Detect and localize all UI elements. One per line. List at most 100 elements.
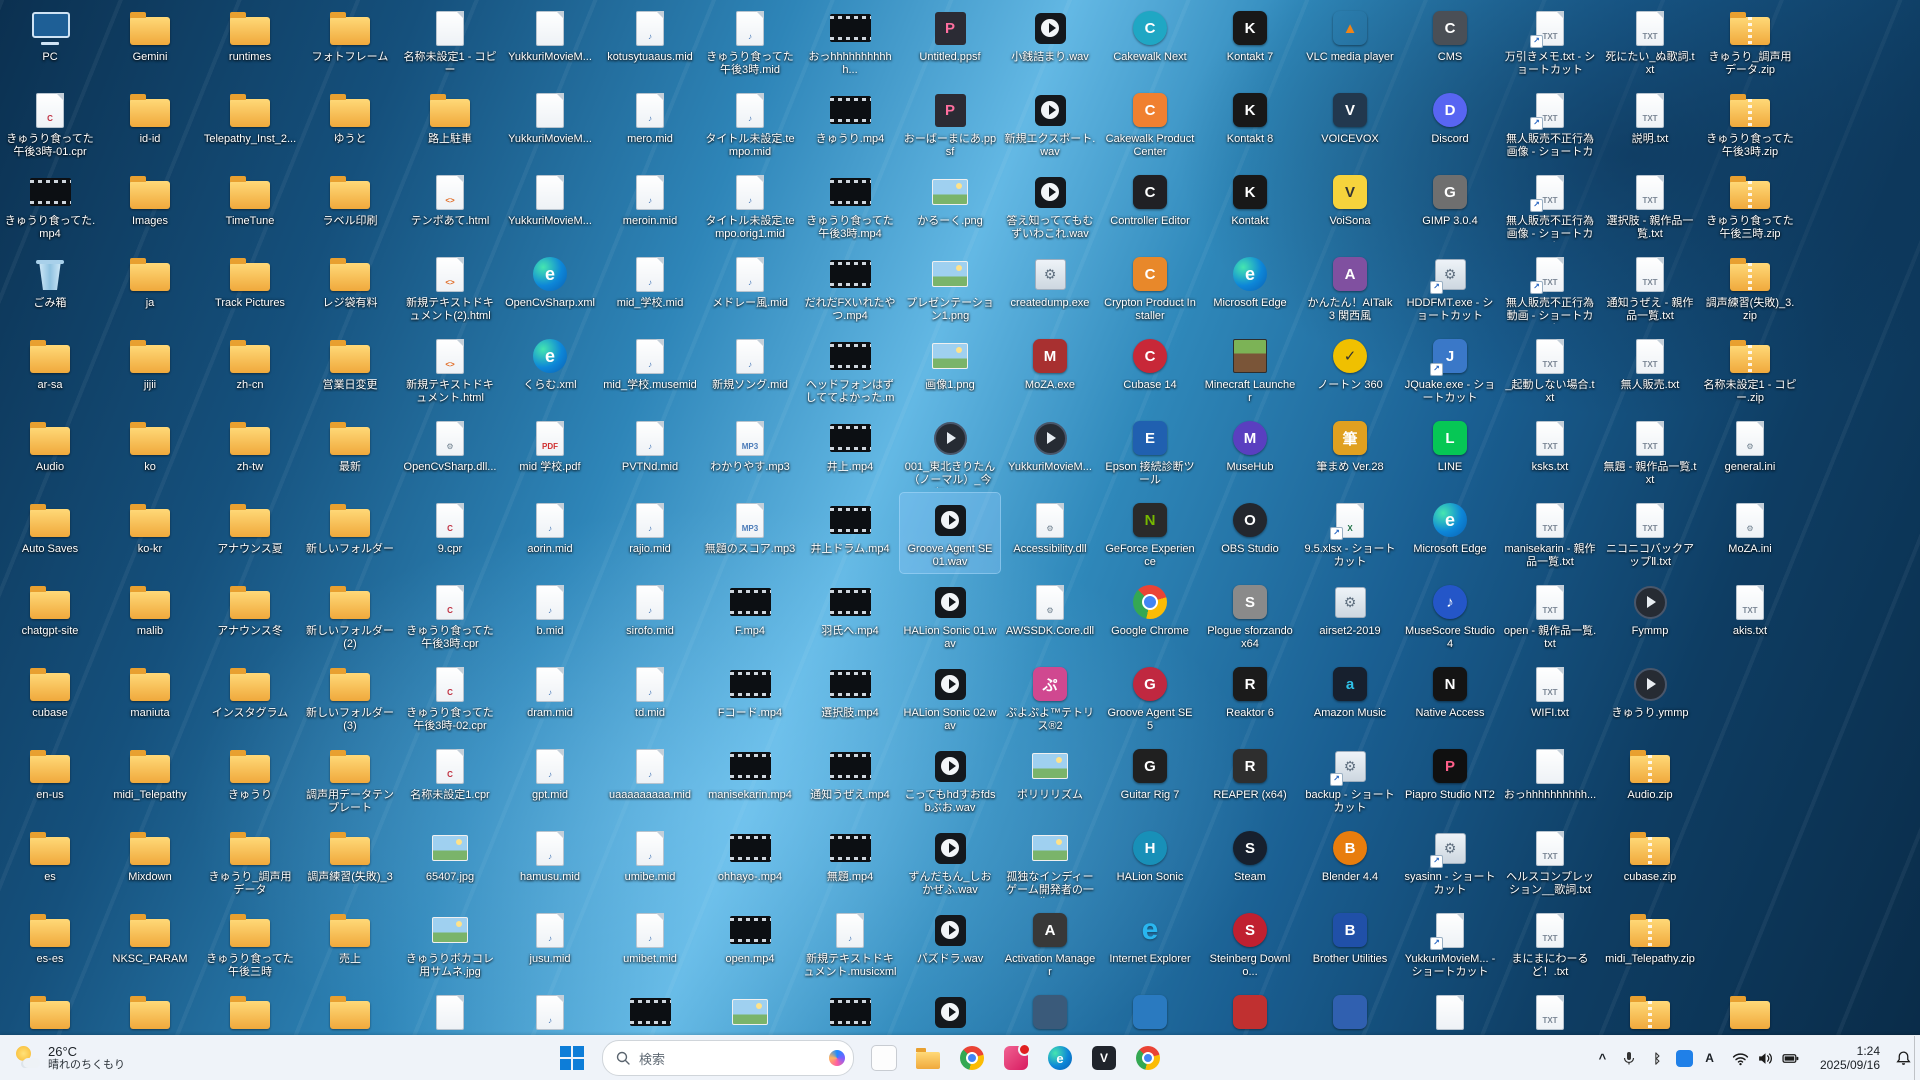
desktop-icon[interactable]: ♪新規テキストドキュメント.musicxml xyxy=(800,903,900,983)
desktop-icon[interactable] xyxy=(1300,985,1400,1036)
desktop-icon[interactable]: フォトフレーム xyxy=(300,1,400,81)
desktop-icon[interactable]: TXT無人販売.txt xyxy=(1600,329,1700,409)
desktop-icon[interactable]: RREAPER (x64) xyxy=(1200,739,1300,819)
desktop-icon[interactable]: プレゼンテーション1.png xyxy=(900,247,1000,327)
desktop-icon[interactable]: TXT説明.txt xyxy=(1600,83,1700,163)
desktop-icon[interactable]: TXTopen - 親作品一覧.txt xyxy=(1500,575,1600,655)
desktop-icon[interactable]: malib xyxy=(100,575,200,655)
search-input[interactable]: 検索 xyxy=(602,1040,854,1076)
desktop-icon[interactable]: 小銭詰まり.wav xyxy=(1000,1,1100,81)
hidden-icons-chevron[interactable]: ^ xyxy=(1595,1047,1611,1070)
taskbar-app-voicevox[interactable]: V xyxy=(1084,1038,1124,1078)
desktop-icon[interactable]: YukkuriMovieM... xyxy=(500,83,600,163)
desktop-icon[interactable]: airset2-2019 xyxy=(1300,575,1400,655)
taskbar-app-browser[interactable] xyxy=(1128,1038,1168,1078)
desktop-icon[interactable]: TXT万引きメモ.txt - ショートカット xyxy=(1500,1,1600,81)
desktop-icon[interactable]: Fコード.mp4 xyxy=(700,657,800,737)
desktop-icon[interactable]: TXTksks.txt xyxy=(1500,411,1600,491)
desktop-icon[interactable]: ♪umibet.mid xyxy=(600,903,700,983)
desktop-icon[interactable]: MMuseHub xyxy=(1200,411,1300,491)
desktop-icon[interactable]: 名称未設定1 - コピー.zip xyxy=(1700,329,1800,409)
desktop-icon[interactable]: 筆筆まめ Ver.28 xyxy=(1300,411,1400,491)
desktop-icon[interactable]: きゅうりボカコレ用サムネ.jpg xyxy=(400,903,500,983)
desktop-icon[interactable]: AActivation Manager xyxy=(1000,903,1100,983)
desktop-icon[interactable]: SSteam xyxy=(1200,821,1300,901)
desktop-icon[interactable]: パズドラ.wav xyxy=(900,903,1000,983)
desktop-icon[interactable]: TXTmanisekarin - 親作品一覧.txt xyxy=(1500,493,1600,573)
desktop-icon[interactable]: 新しいフォルダー(2) xyxy=(300,575,400,655)
desktop-icon[interactable]: Aかんたん！AITalk 3 関西風 xyxy=(1300,247,1400,327)
desktop-icon[interactable]: TXTまにまにわーるど！.txt xyxy=(1500,903,1600,983)
desktop-icon[interactable]: zh-cn xyxy=(200,329,300,409)
desktop-icon[interactable]: ⚙AWSSDK.Core.dll xyxy=(1000,575,1100,655)
desktop-icon[interactable]: 調声練習(失敗)_3 xyxy=(300,821,400,901)
desktop-icon[interactable] xyxy=(700,985,800,1036)
desktop-icon[interactable]: ko xyxy=(100,411,200,491)
desktop-icon[interactable]: MP3無題のスコア.mp3 xyxy=(700,493,800,573)
desktop-icon[interactable]: きゅうり食ってた午後三時.zip xyxy=(1700,165,1800,245)
desktop-icon[interactable]: TXT無人販売不正行為動画 - ショートカット xyxy=(1500,247,1600,327)
desktop-icon[interactable]: ⚙MoZA.ini xyxy=(1700,493,1800,573)
desktop-icon[interactable]: ♪新規ソング.mid xyxy=(700,329,800,409)
desktop-icon[interactable]: KKontakt 8 xyxy=(1200,83,1300,163)
desktop-icon[interactable]: X9.5.xlsx - ショートカット xyxy=(1300,493,1400,573)
desktop-icon[interactable]: きゅうり食ってた午後3時.zip xyxy=(1700,83,1800,163)
desktop-icon[interactable]: 無題.mp4 xyxy=(800,821,900,901)
desktop-icon[interactable]: YukkuriMovieM... xyxy=(500,1,600,81)
desktop-icon[interactable]: RReaktor 6 xyxy=(1200,657,1300,737)
desktop-icon[interactable]: 選択肢.mp4 xyxy=(800,657,900,737)
desktop-icon[interactable]: TXT無人販売不正行為画像 - ショートカット xyxy=(1500,165,1600,245)
desktop-icon[interactable]: ♪メドレー風.mid xyxy=(700,247,800,327)
desktop-icon[interactable]: アナウンス夏 xyxy=(200,493,300,573)
desktop-icon[interactable]: ♪mid_学校.mid xyxy=(600,247,700,327)
desktop-icon[interactable]: NNative Access xyxy=(1400,657,1500,737)
desktop-icon[interactable]: CCakewalk Product Center xyxy=(1100,83,1200,163)
desktop-icon[interactable]: ♪uaaaaaaaaa.mid xyxy=(600,739,700,819)
desktop-icon[interactable]: ♪タイトル未設定.tempo.orig1.mid xyxy=(700,165,800,245)
desktop-icon[interactable] xyxy=(900,985,1000,1036)
desktop-icon[interactable] xyxy=(1600,985,1700,1036)
desktop-icon[interactable]: ja xyxy=(100,247,200,327)
desktop-icon[interactable]: ko-kr xyxy=(100,493,200,573)
desktop-icon[interactable]: おっhhhhhhhhhh... xyxy=(1500,739,1600,819)
desktop-icon[interactable]: ♪dram.mid xyxy=(500,657,600,737)
desktop-icon[interactable]: PC xyxy=(0,1,100,81)
desktop-icon[interactable]: CCakewalk Next xyxy=(1100,1,1200,81)
desktop-icon[interactable]: 001_東北きりたん（ノーマル）_今じゃ... xyxy=(900,411,1000,491)
desktop-icon[interactable]: きゅうり.mp4 xyxy=(800,83,900,163)
desktop-icon[interactable]: TXT無人販売不正行為画像 - ショートカッ... xyxy=(1500,83,1600,163)
clock[interactable]: 1:24 2025/09/16 xyxy=(1816,1042,1884,1074)
desktop-icon[interactable]: en-us xyxy=(0,739,100,819)
desktop-icon[interactable]: Mixdown xyxy=(100,821,200,901)
desktop-icon[interactable]: ♪mid_学校.musemid xyxy=(600,329,700,409)
desktop-icon[interactable]: BBlender 4.4 xyxy=(1300,821,1400,901)
desktop-icon[interactable]: 調声練習(失敗)_3.zip xyxy=(1700,247,1800,327)
desktop-icon[interactable]: ⚙Accessibility.dll xyxy=(1000,493,1100,573)
taskbar-app-edge[interactable]: e xyxy=(1040,1038,1080,1078)
desktop-icon[interactable]: <>新規テキストドキュメント(2).html xyxy=(400,247,500,327)
desktop-icon[interactable]: F.mp4 xyxy=(700,575,800,655)
desktop-icon[interactable]: DDiscord xyxy=(1400,83,1500,163)
copilot-icon[interactable] xyxy=(829,1050,845,1066)
desktop-icon[interactable]: MP3わかりやす.mp3 xyxy=(700,411,800,491)
desktop-icon[interactable]: eMicrosoft Edge xyxy=(1400,493,1500,573)
desktop-icon[interactable]: CCubase 14 xyxy=(1100,329,1200,409)
desktop-icon[interactable]: TXT死にたい_ぬ歌詞.txt xyxy=(1600,1,1700,81)
taskbar-app-pink-app[interactable] xyxy=(996,1038,1036,1078)
desktop-icon[interactable]: JJQuake.exe - ショートカット xyxy=(1400,329,1500,409)
desktop-icon[interactable]: HALion Sonic 01.wav xyxy=(900,575,1000,655)
desktop-icon[interactable] xyxy=(1400,985,1500,1036)
desktop-icon[interactable]: YukkuriMovieM... - ショートカット xyxy=(1400,903,1500,983)
desktop-icon[interactable]: ohhayo-.mp4 xyxy=(700,821,800,901)
desktop-icon[interactable]: CCrypton Product Installer xyxy=(1100,247,1200,327)
desktop-icon[interactable]: ♪タイトル未設定.tempo.mid xyxy=(700,83,800,163)
desktop-icon[interactable]: ゆうと xyxy=(300,83,400,163)
desktop-icon[interactable]: TXT選択肢 - 親作品一覧.txt xyxy=(1600,165,1700,245)
desktop-icon[interactable]: 答え知っててもむずいわこれ.wav xyxy=(1000,165,1100,245)
desktop-icon[interactable]: PUntitled.ppsf xyxy=(900,1,1000,81)
desktop-icon[interactable]: 画像1.png xyxy=(900,329,1000,409)
desktop-icon[interactable]: Groove Agent SE 01.wav xyxy=(900,493,1000,573)
desktop-icon[interactable]: インスタグラム xyxy=(200,657,300,737)
desktop-icon[interactable]: GGroove Agent SE 5 xyxy=(1100,657,1200,737)
desktop-icon[interactable]: Telepathy_Inst_2... xyxy=(200,83,300,163)
